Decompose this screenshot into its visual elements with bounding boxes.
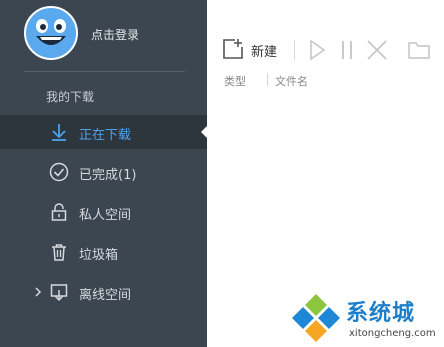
column-separator[interactable] (267, 73, 268, 86)
sidebar-item-label: 垃圾箱 (79, 248, 119, 263)
user-login-row: 点击登录 (0, 0, 207, 72)
sidebar-item-offline-space[interactable]: 离线空间 (0, 275, 207, 309)
new-task-button[interactable]: 新建 (251, 41, 277, 60)
folder-icon[interactable] (407, 40, 431, 60)
sidebar-item-label: 正在下载 (79, 128, 132, 143)
check-circle-icon (49, 162, 69, 182)
file-list-header: 类型 文件名 (207, 70, 444, 90)
sidebar-item-label: 私人空间 (79, 208, 132, 223)
active-indicator (201, 126, 207, 138)
app-window: 点击登录 我的下载 正在下载 已完成(1) 私人空间 垃圾箱 离线空间 新建 类… (0, 0, 444, 347)
sidebar-item-trash[interactable]: 垃圾箱 (0, 235, 207, 269)
toolbar-divider (294, 40, 295, 60)
play-icon[interactable] (306, 39, 328, 61)
section-title-my-downloads: 我的下载 (46, 90, 95, 104)
sidebar-item-private-space[interactable]: 私人空间 (0, 195, 207, 229)
watermark-domain: xitongcheng.com (349, 328, 436, 339)
trash-icon (52, 244, 66, 261)
download-arrow-icon (52, 124, 66, 141)
pause-icon[interactable] (336, 39, 358, 61)
column-header-filename[interactable]: 文件名 (275, 73, 308, 89)
sidebar-divider (24, 71, 185, 72)
watermark: 系统城 xitongcheng.com (289, 290, 444, 347)
add-icon[interactable] (222, 38, 244, 60)
sidebar-item-label: 离线空间 (79, 288, 132, 303)
login-link[interactable]: 点击登录 (91, 26, 139, 43)
sidebar-item-downloading[interactable]: 正在下载 (0, 115, 207, 149)
chevron-right-icon[interactable] (32, 285, 44, 299)
toolbar: 新建 (207, 0, 444, 70)
watermark-logo-icon (292, 294, 340, 342)
cloud-download-icon (50, 284, 68, 302)
delete-icon[interactable] (365, 39, 389, 61)
sidebar-item-label: 已完成(1) (79, 168, 137, 183)
sidebar-item-completed[interactable]: 已完成(1) (0, 155, 207, 189)
avatar-icon[interactable] (24, 6, 78, 60)
sidebar: 点击登录 我的下载 正在下载 已完成(1) 私人空间 垃圾箱 离线空间 (0, 0, 207, 347)
lock-icon (51, 203, 67, 221)
watermark-title: 系统城 (346, 301, 416, 326)
column-header-type[interactable]: 类型 (224, 73, 246, 89)
